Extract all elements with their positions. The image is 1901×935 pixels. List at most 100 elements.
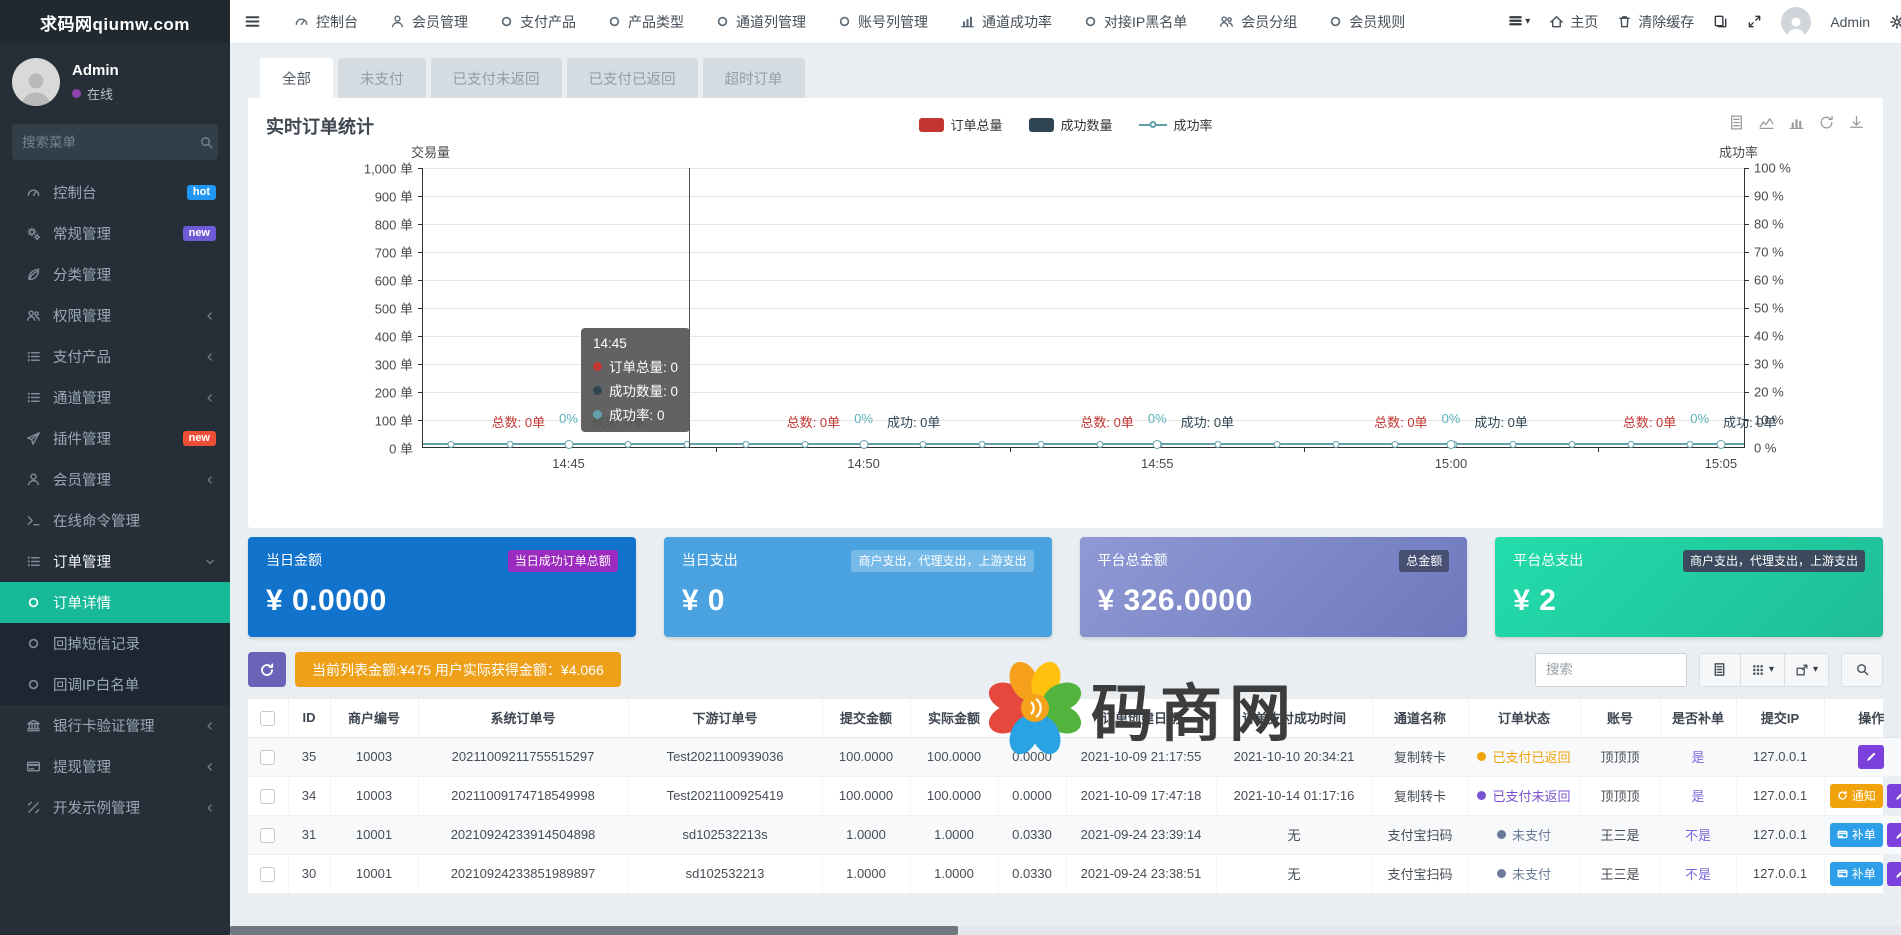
table-cell: 30 — [288, 854, 330, 893]
sidebar-item-7[interactable]: 插件管理new — [0, 418, 230, 459]
topnav-item-label: 会员规则 — [1349, 12, 1405, 32]
export-button[interactable]: ▾ — [1785, 653, 1829, 687]
legend-item-1[interactable]: 订单总量 — [918, 115, 1002, 134]
reissue-button[interactable]: 补单 — [1830, 862, 1883, 886]
sidebar-item-5[interactable]: 支付产品 — [0, 336, 230, 377]
row-checkbox[interactable] — [260, 828, 275, 843]
status-cell-wrap: 未支付 — [1468, 815, 1580, 854]
home-link[interactable]: 主页 — [1549, 12, 1598, 32]
sidebar-avatar[interactable] — [12, 58, 60, 106]
table-cell: 20210924233851989897 — [418, 854, 628, 893]
status-cell-wrap: 未支付 — [1468, 854, 1580, 893]
sidebar-item-8[interactable]: 会员管理 — [0, 459, 230, 500]
topnav-item-1[interactable]: 控制台 — [278, 0, 374, 43]
legend-item-3[interactable]: 成功率 — [1139, 115, 1213, 134]
tab-1[interactable]: 全部 — [260, 58, 333, 98]
x-axis-tick — [1598, 447, 1599, 452]
quick-menu-button[interactable]: ▾ — [1508, 14, 1530, 29]
scrollbar-thumb[interactable] — [230, 926, 958, 935]
y-axis-left-label: 0 单 — [333, 439, 413, 458]
column-header: 订单状态 — [1468, 699, 1580, 737]
notify-button[interactable]: 通知 — [1830, 784, 1883, 808]
sidebar-item-15[interactable]: 提现管理 — [0, 746, 230, 787]
export-icon — [1795, 663, 1809, 677]
y-axis-right-label: 60 % — [1754, 273, 1814, 288]
gear-icon[interactable] — [1889, 14, 1901, 30]
table-search-input[interactable] — [1535, 653, 1687, 687]
line-chart-icon[interactable] — [1758, 114, 1775, 131]
sidebar-item-6[interactable]: 通道管理 — [0, 377, 230, 418]
tab-3[interactable]: 已支付未返回 — [431, 58, 562, 98]
y-axis-left-label: 100 单 — [333, 411, 413, 430]
user-avatar[interactable] — [1781, 7, 1811, 37]
table-cell: 127.0.0.1 — [1736, 854, 1824, 893]
table-cell: 复制转卡 — [1372, 776, 1468, 815]
table-cell: Test2021100939036 — [628, 737, 822, 776]
table-cell: 31 — [288, 815, 330, 854]
tab-5[interactable]: 超时订单 — [703, 58, 805, 98]
stat-cards: 当日金额当日成功订单总额¥ 0.0000当日支出商户支出，代理支出，上游支出¥ … — [248, 537, 1883, 637]
detail-view-button[interactable] — [1699, 653, 1741, 687]
search-icon[interactable] — [199, 135, 214, 150]
table-cell: 不是 — [1660, 815, 1736, 854]
y-axis-left-label: 600 单 — [333, 271, 413, 290]
fullscreen-icon[interactable] — [1747, 14, 1762, 29]
edit-button[interactable] — [1887, 862, 1901, 886]
refresh-button[interactable] — [248, 652, 286, 687]
topnav-item-8[interactable]: 对接IP黑名单 — [1068, 0, 1203, 43]
bar-chart-icon[interactable] — [1788, 114, 1805, 131]
y-axis-right-label: 100 % — [1754, 161, 1814, 176]
edit-button[interactable] — [1887, 784, 1901, 808]
clear-cache-link[interactable]: 清除缓存 — [1617, 12, 1694, 32]
sidebar-item-2[interactable]: 常规管理new — [0, 213, 230, 254]
sidebar-item-3[interactable]: 分类管理 — [0, 254, 230, 295]
y-axis-right-label: 90 % — [1754, 189, 1814, 204]
edit-button[interactable] — [1858, 745, 1884, 769]
restore-icon[interactable] — [1818, 114, 1835, 131]
tooltip-series-dot — [593, 386, 602, 395]
topnav-item-9[interactable]: 会员分组 — [1203, 0, 1313, 43]
data-view-icon[interactable] — [1728, 114, 1745, 131]
brand-logo[interactable]: 求码网qiumw.com — [0, 0, 230, 44]
sidebar-search-input[interactable] — [22, 135, 199, 150]
sidebar-item-11[interactable]: 订单详情 — [0, 582, 230, 623]
select-all-checkbox[interactable] — [260, 711, 275, 726]
sidebar-item-14[interactable]: 银行卡验证管理 — [0, 705, 230, 746]
y-axis-left-label: 500 单 — [333, 299, 413, 318]
sidebar-item-16[interactable]: 开发示例管理 — [0, 787, 230, 828]
sidebar-item-13[interactable]: 回调IP白名单 — [0, 664, 230, 705]
table-cell: 100.0000 — [822, 776, 910, 815]
topnav-item-10[interactable]: 会员规则 — [1313, 0, 1421, 43]
reissue-button[interactable]: 补单 — [1830, 823, 1883, 847]
row-checkbox[interactable] — [260, 750, 275, 765]
edit-button[interactable] — [1887, 823, 1901, 847]
tab-4[interactable]: 已支付已返回 — [567, 58, 698, 98]
topnav-item-3[interactable]: 支付产品 — [484, 0, 592, 43]
save-image-icon[interactable] — [1848, 114, 1865, 131]
circle-icon — [25, 678, 41, 691]
row-checkbox[interactable] — [260, 789, 275, 804]
line-marker — [801, 441, 808, 448]
horizontal-scrollbar[interactable] — [230, 926, 1901, 935]
legend-item-2[interactable]: 成功数量 — [1028, 115, 1112, 134]
sidebar-toggle-icon[interactable] — [244, 13, 278, 30]
search-button[interactable] — [1841, 653, 1883, 687]
topnav-item-4[interactable]: 产品类型 — [592, 0, 700, 43]
topnav-item-6[interactable]: 账号列管理 — [822, 0, 944, 43]
sidebar-item-10[interactable]: 订单管理 — [0, 541, 230, 582]
actions-cell: 补单 — [1824, 815, 1901, 854]
row-checkbox[interactable] — [260, 867, 275, 882]
sidebar-item-4[interactable]: 权限管理 — [0, 295, 230, 336]
sidebar-item-9[interactable]: 在线命令管理 — [0, 500, 230, 541]
topnav-item-5[interactable]: 通道列管理 — [700, 0, 822, 43]
status-cell-wrap: 已支付已返回 — [1468, 737, 1580, 776]
copy-icon[interactable] — [1713, 14, 1728, 29]
card-icon — [25, 759, 41, 774]
topnav-item-2[interactable]: 会员管理 — [374, 0, 484, 43]
table-cell: 0.0330 — [998, 854, 1066, 893]
topnav-item-7[interactable]: 通道成功率 — [944, 0, 1068, 43]
columns-button[interactable]: ▾ — [1741, 653, 1785, 687]
sidebar-item-12[interactable]: 回掉短信记录 — [0, 623, 230, 664]
sidebar-item-1[interactable]: 控制台hot — [0, 172, 230, 213]
tab-2[interactable]: 未支付 — [338, 58, 426, 98]
